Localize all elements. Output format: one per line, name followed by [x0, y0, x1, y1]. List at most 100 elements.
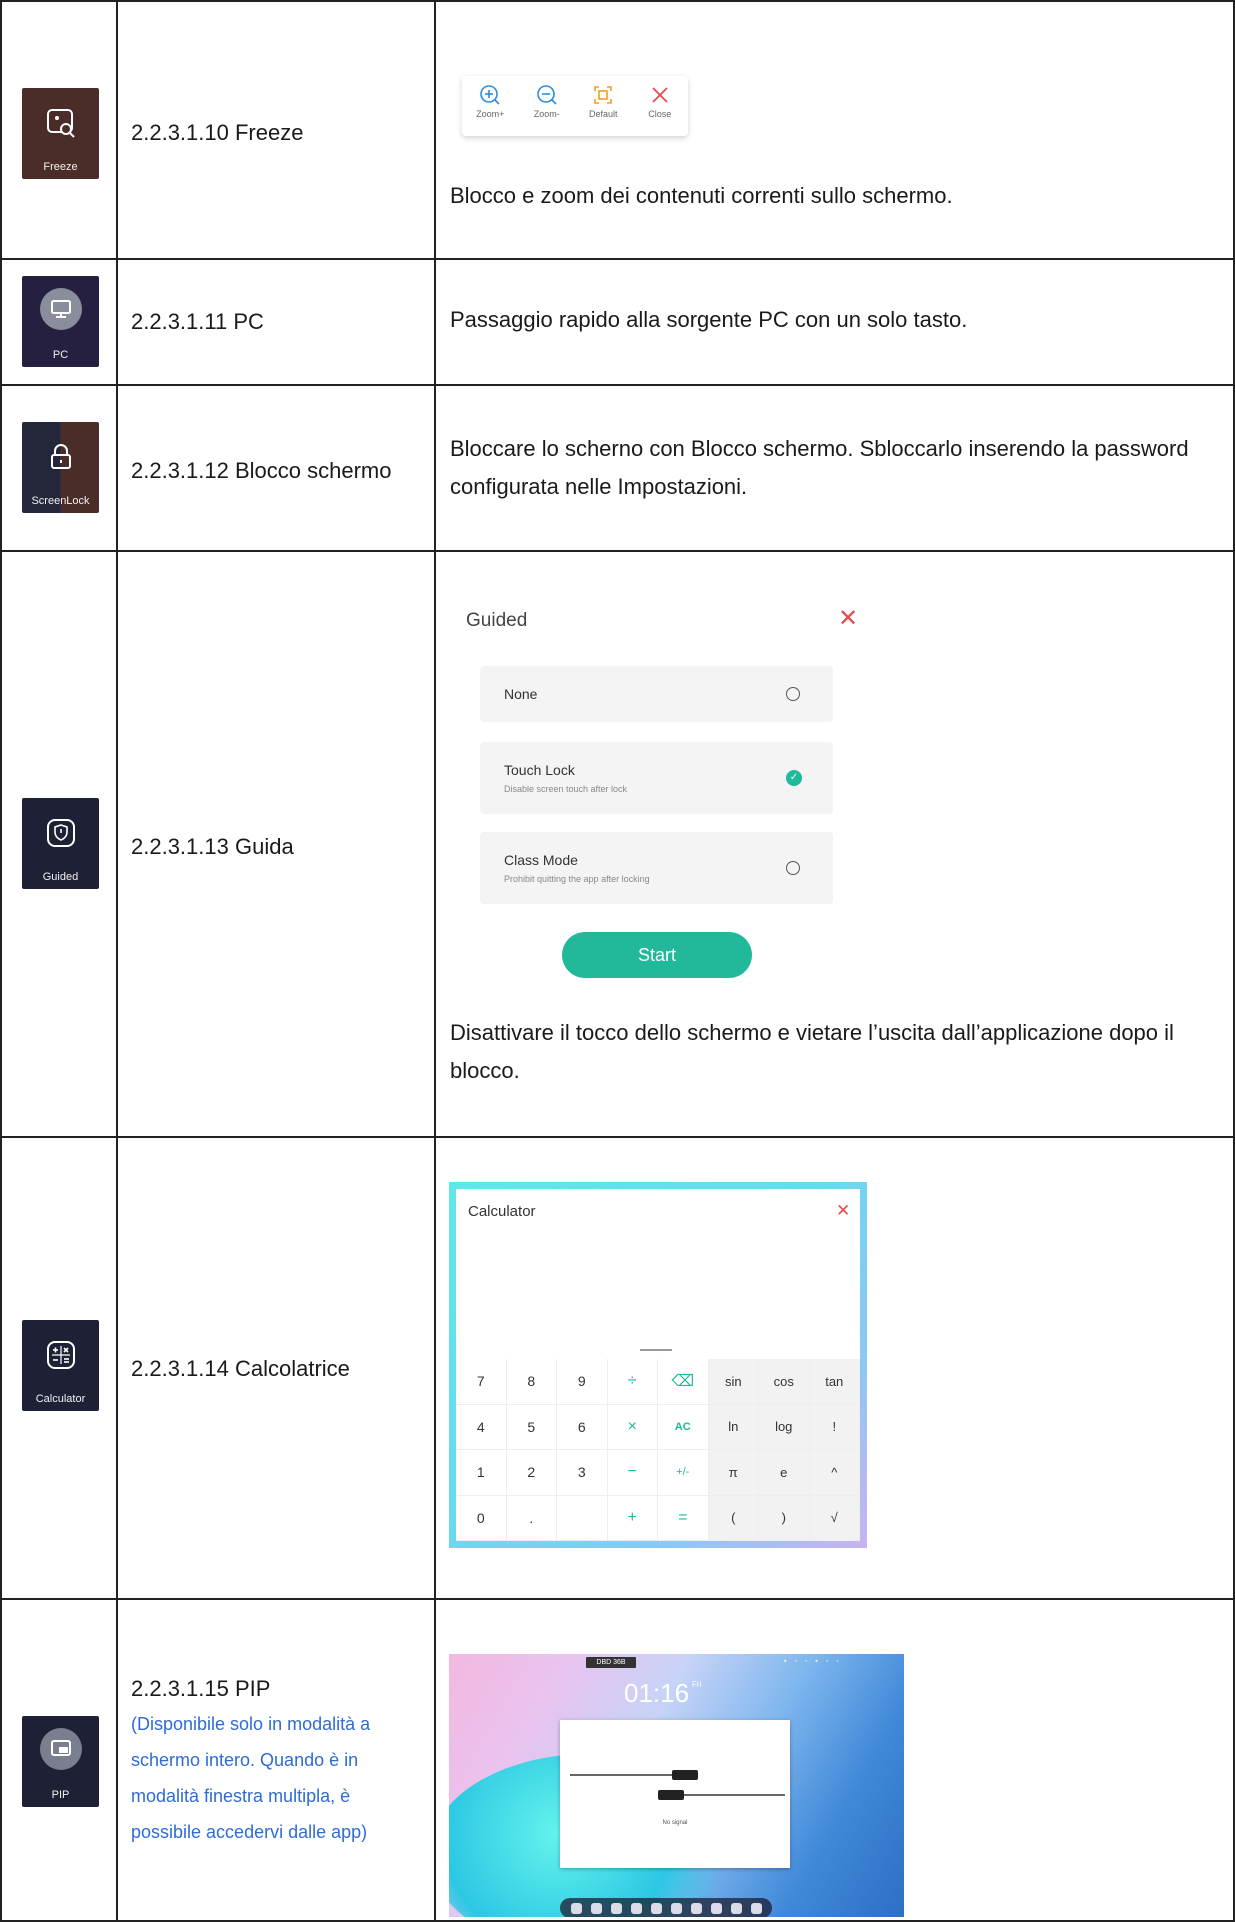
key-negate[interactable]: +/- — [658, 1450, 709, 1496]
dock-app-icon[interactable] — [750, 1902, 762, 1914]
app-icon-caption: ScreenLock — [31, 495, 90, 507]
option-title: Class Mode — [504, 852, 578, 868]
shield-icon — [40, 812, 82, 854]
key-sin[interactable]: sin — [708, 1359, 759, 1405]
key-minus[interactable]: − — [607, 1450, 658, 1496]
check-icon[interactable]: ✓ — [786, 770, 802, 786]
zoom-in-icon — [480, 85, 500, 105]
key-tan[interactable]: tan — [809, 1359, 860, 1405]
pip-screenshot: DBD 36B ▪ ◦ ◦ ▪ ◦ ◦ 01:16 Fri No signal — [449, 1654, 904, 1917]
zoom-out-label: Zoom- — [533, 109, 560, 119]
table-row-pc: PC 2.2.3.1.11 PC Passaggio rapido alla s… — [0, 258, 1235, 384]
pip-window[interactable]: No signal — [560, 1720, 790, 1868]
table-row-freeze: Freeze 2.2.3.1.10 Freeze Zoom+ Zoom- Def… — [0, 0, 1235, 258]
screenlock-app-icon: ScreenLock — [22, 422, 99, 513]
key-8[interactable]: 8 — [506, 1359, 557, 1405]
option-touch-lock[interactable]: Touch Lock Disable screen touch after lo… — [480, 742, 833, 814]
start-button[interactable]: Start — [562, 932, 752, 978]
radio-icon[interactable] — [786, 687, 800, 701]
zoom-in-label: Zoom+ — [476, 109, 505, 119]
clock-time: 01:16 — [624, 1678, 690, 1708]
app-icon-caption: Calculator — [35, 1393, 86, 1405]
app-icon-caption: Guided — [42, 871, 79, 883]
pip-app-icon: PIP — [22, 1716, 99, 1807]
option-title: Touch Lock — [504, 762, 575, 778]
key-equals[interactable]: = — [658, 1495, 709, 1541]
dock-app-icon[interactable] — [710, 1902, 722, 1914]
close-button[interactable]: Close — [633, 84, 687, 119]
close-label: Close — [648, 109, 672, 119]
dock-app-icon[interactable] — [650, 1902, 662, 1914]
key-empty — [557, 1495, 608, 1541]
key-plus[interactable]: + — [607, 1495, 658, 1541]
freeze-icon — [40, 102, 82, 144]
default-button[interactable]: Default — [576, 84, 630, 119]
feature-title: 2.2.3.1.15 PIP — [131, 1676, 271, 1701]
backspace-icon[interactable]: ⌫ — [658, 1359, 709, 1405]
calculator-window: Calculator ✕ 7 8 9 ÷ ⌫ sin cos tan 4 5 6… — [449, 1182, 867, 1548]
freeze-toolbar: Zoom+ Zoom- Default Close — [462, 76, 688, 136]
feature-title: 2.2.3.1.14 Calcolatrice — [131, 1356, 350, 1381]
calculator-app-icon: Calculator — [22, 1320, 99, 1411]
monitor-icon — [39, 288, 82, 330]
freeze-app-icon: Freeze — [22, 88, 99, 179]
dock-app-icon[interactable] — [730, 1902, 742, 1914]
key-sqrt[interactable]: √ — [809, 1495, 860, 1541]
close-icon[interactable]: ✕ — [838, 604, 858, 633]
key-3[interactable]: 3 — [557, 1450, 608, 1496]
key-6[interactable]: 6 — [557, 1404, 608, 1450]
key-0[interactable]: 0 — [456, 1495, 507, 1541]
close-icon[interactable]: ✕ — [836, 1201, 850, 1221]
key-ln[interactable]: ln — [708, 1404, 759, 1450]
key-1[interactable]: 1 — [456, 1450, 507, 1496]
radio-icon[interactable] — [786, 861, 800, 875]
key-2[interactable]: 2 — [506, 1450, 557, 1496]
zoom-out-button[interactable]: Zoom- — [520, 84, 574, 119]
lock-icon — [40, 436, 82, 478]
guided-app-icon: Guided — [22, 798, 99, 889]
source-badge: DBD 36B — [586, 1657, 636, 1668]
dialog-title: Guided — [466, 610, 528, 631]
key-5[interactable]: 5 — [506, 1404, 557, 1450]
key-e[interactable]: e — [759, 1450, 810, 1496]
key-9[interactable]: 9 — [557, 1359, 608, 1405]
key-pi[interactable]: π — [708, 1450, 759, 1496]
drag-handle[interactable] — [640, 1349, 672, 1351]
key-power[interactable]: ^ — [809, 1450, 860, 1496]
fit-icon — [594, 86, 613, 104]
zoom-in-button[interactable]: Zoom+ — [463, 84, 517, 119]
option-subtitle: Prohibit quitting the app after locking — [504, 874, 650, 884]
pc-app-icon: PC — [22, 276, 99, 367]
app-icon-caption: PIP — [51, 1789, 70, 1801]
feature-description: Passaggio rapido alla sorgente PC con un… — [450, 307, 968, 332]
key-factorial[interactable]: ! — [809, 1404, 860, 1450]
app-icon-caption: Freeze — [43, 161, 78, 173]
key-decimal[interactable]: . — [506, 1495, 557, 1541]
dock-app-icon[interactable] — [690, 1902, 702, 1914]
calculator-panel: Calculator ✕ 7 8 9 ÷ ⌫ sin cos tan 4 5 6… — [456, 1189, 860, 1541]
dock-app-icon[interactable] — [670, 1902, 682, 1914]
key-open-paren[interactable]: ( — [708, 1495, 759, 1541]
dock-app-icon[interactable] — [630, 1902, 642, 1914]
key-divide[interactable]: ÷ — [607, 1359, 658, 1405]
zoom-out-icon — [536, 85, 557, 105]
calculator-icon — [40, 1334, 82, 1376]
feature-title: 2.2.3.1.10 Freeze — [131, 120, 304, 145]
key-7[interactable]: 7 — [456, 1359, 507, 1405]
dock-app-icon[interactable] — [610, 1902, 622, 1914]
dock-app-icon[interactable] — [590, 1902, 602, 1914]
pip-icon — [39, 1728, 82, 1770]
key-clear[interactable]: AC — [658, 1404, 709, 1450]
default-label: Default — [588, 109, 618, 119]
key-multiply[interactable]: × — [607, 1404, 658, 1450]
key-close-paren[interactable]: ) — [759, 1495, 810, 1541]
option-title: None — [504, 686, 538, 702]
key-4[interactable]: 4 — [456, 1404, 507, 1450]
option-class-mode[interactable]: Class Mode Prohibit quitting the app aft… — [480, 832, 833, 904]
dock-app-icon[interactable] — [570, 1902, 582, 1914]
feature-description: Blocco e zoom dei contenuti correnti sul… — [450, 183, 953, 208]
status-icons: ▪ ◦ ◦ ▪ ◦ ◦ — [784, 1658, 842, 1665]
key-cos[interactable]: cos — [759, 1359, 810, 1405]
option-none[interactable]: None — [480, 666, 833, 722]
key-log[interactable]: log — [759, 1404, 810, 1450]
